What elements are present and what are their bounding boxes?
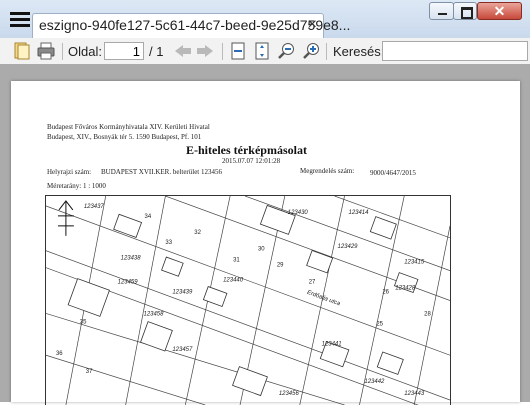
parcel-label: 123440 <box>223 278 244 284</box>
page-total: / 1 <box>149 44 164 59</box>
house-number: 36 <box>56 351 63 357</box>
print-icon[interactable] <box>37 42 55 60</box>
parcel-label: 123457 <box>172 347 193 353</box>
office-name: Budapest Főváros Kormányhivatala XIV. Ke… <box>47 123 210 131</box>
house-number: 31 <box>233 258 240 264</box>
office-address: Budapest, XIV., Bosnyák tér 5. 1590 Buda… <box>47 133 202 141</box>
house-number: 29 <box>277 263 284 269</box>
parcel-label: 123443 <box>404 391 425 397</box>
house-number: 35 <box>80 319 87 325</box>
parcel-label: 123437 <box>84 204 105 210</box>
page-number-input[interactable] <box>104 42 144 60</box>
parcel-label: 123415 <box>404 260 425 266</box>
toolbar: Oldal: / 1 Keresés: <box>0 38 530 65</box>
document-title: E-hiteles térképmásolat <box>186 143 307 157</box>
parcel-label: 123439 <box>172 290 193 296</box>
order-value: 9000/4647/2015 <box>370 169 416 177</box>
house-number: 28 <box>424 311 431 317</box>
parcel-label: 123438 <box>121 256 142 262</box>
previous-page-icon[interactable] <box>174 44 192 58</box>
parcel-label: 123414 <box>349 210 370 216</box>
parcel-label: 123442 <box>364 379 385 385</box>
tab-close-icon[interactable]: × <box>308 16 317 34</box>
open-file-icon[interactable] <box>14 42 30 60</box>
north-arrow-icon <box>57 200 74 236</box>
close-window-button[interactable]: ✕ <box>477 2 522 20</box>
parcel-label: 123430 <box>288 210 309 216</box>
parcel-value: BUDAPEST XVII.KER. belterület 123456 <box>101 168 222 176</box>
order-label: Megrendelés szám: <box>300 167 355 175</box>
toolbar-separator <box>326 43 327 60</box>
house-number: 33 <box>165 240 172 246</box>
document-date: 2015.07.07 12:01:28 <box>222 157 281 165</box>
document-viewer[interactable]: Budapest Főváros Kormányhivatala XIV. Ke… <box>0 64 530 405</box>
minimize-button[interactable] <box>429 2 454 20</box>
cadastral-map: 123437 123438 123439 123440 123430 123414 1234… <box>45 195 451 405</box>
house-number: 37 <box>86 369 93 375</box>
house-number: 27 <box>309 280 316 286</box>
house-number: 26 <box>382 290 389 296</box>
document-tab[interactable]: eszigno-940fe127-5c61-44c7-beed-9e25d759… <box>32 13 350 38</box>
document-page: Budapest Főváros Kormányhivatala XIV. Ke… <box>11 81 520 405</box>
parcel-label: 123456 <box>279 391 300 397</box>
parcel-label: Helyrajzi szám: <box>47 168 92 176</box>
close-icon: ✕ <box>493 3 506 19</box>
house-number: 30 <box>258 247 265 253</box>
parcel-label: 123458 <box>144 311 165 317</box>
house-number: 34 <box>145 214 152 220</box>
parcel-label: 123429 <box>338 244 359 250</box>
parcel-label: 123428 <box>395 286 416 292</box>
fit-width-icon[interactable] <box>231 42 245 60</box>
zoom-out-icon[interactable] <box>278 42 296 60</box>
menu-icon[interactable] <box>10 12 30 28</box>
fit-page-icon[interactable] <box>254 42 270 60</box>
search-label: Keresés: <box>333 44 385 59</box>
parcel-label: 123459 <box>118 280 139 286</box>
next-page-icon[interactable] <box>196 44 214 58</box>
page-label: Oldal: <box>68 44 102 59</box>
tab-title: eszigno-940fe127-5c61-44c7-beed-9e25d759… <box>39 17 351 33</box>
house-number: 32 <box>194 230 201 236</box>
map-scale: Méretarány: 1 : 1000 <box>47 182 106 190</box>
maximize-button[interactable] <box>453 2 477 20</box>
zoom-in-icon[interactable] <box>303 42 321 60</box>
title-bar: eszigno-940fe127-5c61-44c7-beed-9e25d759… <box>0 0 530 38</box>
search-input[interactable] <box>382 41 528 61</box>
toolbar-separator <box>62 43 63 60</box>
house-number: 25 <box>376 321 383 327</box>
toolbar-separator <box>222 43 223 60</box>
parcel-label: 123441 <box>322 341 342 347</box>
